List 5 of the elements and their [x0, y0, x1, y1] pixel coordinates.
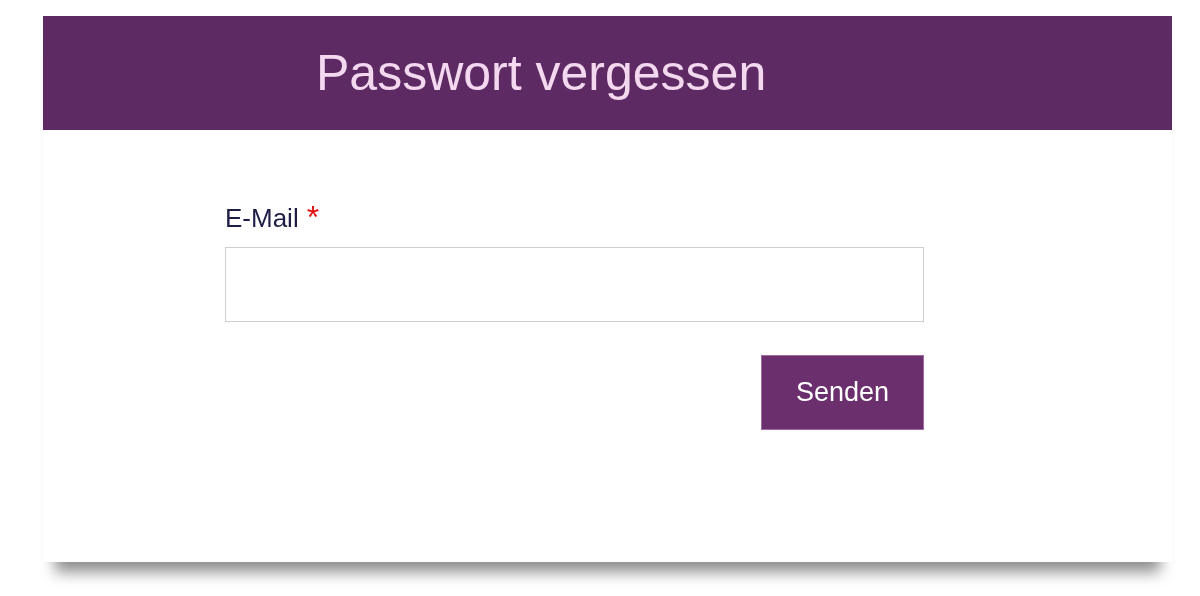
required-mark: * [306, 202, 320, 232]
submit-button[interactable]: Senden [761, 355, 924, 430]
field-label: E-Mail [225, 202, 299, 234]
page-title: Passwort vergessen [316, 44, 767, 102]
email-input[interactable] [225, 247, 924, 322]
